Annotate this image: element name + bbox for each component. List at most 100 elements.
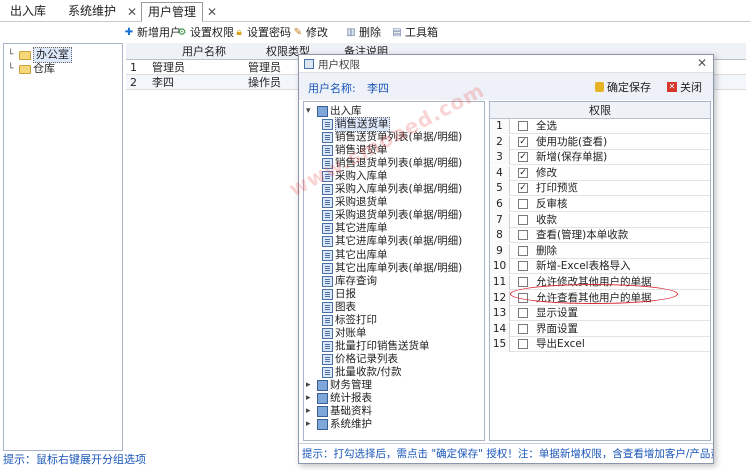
- modify-button[interactable]: ✎ 修改: [292, 25, 328, 41]
- menu-item[interactable]: 采购退货单: [322, 196, 388, 209]
- menu-item[interactable]: 销售退货单列表(单据/明细): [322, 157, 462, 170]
- user-name-cell: 李四: [152, 76, 174, 89]
- collapse-icon[interactable]: ▾: [306, 105, 315, 118]
- module-icon: [317, 393, 328, 405]
- row-number: 1: [130, 61, 137, 74]
- document-icon: [322, 249, 333, 261]
- checkbox-checked[interactable]: ✓: [518, 167, 528, 178]
- expand-icon[interactable]: ▸: [306, 392, 315, 405]
- permission-row[interactable]: 3 ✓ 新增(保存单据): [490, 150, 710, 166]
- tree-item-warehouse[interactable]: └ 仓库: [8, 62, 55, 76]
- checkbox[interactable]: [518, 261, 528, 272]
- menu-item[interactable]: 销售送货单: [322, 117, 390, 132]
- menu-item[interactable]: 日报: [322, 288, 356, 301]
- tab-system-maintenance[interactable]: 系统维护: [62, 2, 122, 22]
- module-icon: [317, 380, 328, 391]
- close-icon[interactable]: ✕: [697, 56, 707, 70]
- set-permission-button[interactable]: ⚙ 设置权限: [176, 25, 234, 41]
- permission-label: 打印预览: [536, 182, 578, 195]
- checkbox-checked[interactable]: ✓: [518, 136, 528, 147]
- checkbox[interactable]: [518, 121, 528, 131]
- menu-item[interactable]: 采购入库单: [322, 170, 388, 183]
- menu-item[interactable]: 库存查询: [322, 275, 377, 288]
- menu-item[interactable]: 标签打印: [322, 314, 377, 327]
- permission-label: 界面设置: [536, 322, 578, 335]
- permission-row[interactable]: 4 ✓ 修改: [490, 165, 710, 181]
- menu-item[interactable]: 其它出库单列表(单据/明细): [322, 262, 462, 275]
- menu-item[interactable]: 销售送货单列表(单据/明细): [322, 131, 462, 144]
- dialog-status-text: 提示：打勾选择后，需点击 "确定保存" 授权！注：单据新增权限，含查看增加客户/…: [299, 443, 713, 463]
- menu-item[interactable]: 对账单: [322, 327, 367, 340]
- checkbox[interactable]: [518, 214, 528, 225]
- expand-icon[interactable]: ▸: [306, 379, 315, 392]
- document-icon: [322, 327, 333, 339]
- checkbox[interactable]: [518, 245, 528, 256]
- menu-item[interactable]: 采购退货单列表(单据/明细): [322, 209, 462, 222]
- menu-item[interactable]: 采购入库单列表(单据/明细): [322, 183, 462, 196]
- menu-item[interactable]: 批量打印销售送货单: [322, 340, 430, 353]
- toolbox-button[interactable]: ▤ 工具箱: [391, 25, 438, 41]
- tree-item-office[interactable]: └ 办公室: [8, 47, 72, 63]
- permission-row[interactable]: 13 显示设置: [490, 306, 710, 322]
- menu-group[interactable]: ▸ 基础资料: [306, 405, 372, 418]
- checkbox[interactable]: [518, 323, 528, 334]
- menu-item[interactable]: 其它出库单: [322, 249, 388, 262]
- menu-item[interactable]: 价格记录列表: [322, 353, 398, 366]
- permission-label: 删除: [536, 244, 557, 257]
- tree-line-icon: └: [8, 64, 14, 74]
- permission-row[interactable]: 8 查看(管理)本单收款: [490, 228, 710, 244]
- menu-item[interactable]: 图表: [322, 301, 356, 314]
- checkbox[interactable]: [518, 199, 528, 209]
- row-number: 8: [490, 228, 510, 244]
- user-name-label: 用户名称:: [308, 82, 356, 95]
- tab-user-management[interactable]: 用户管理: [141, 2, 204, 22]
- checkbox[interactable]: [518, 339, 528, 350]
- checkbox[interactable]: [518, 230, 528, 241]
- menu-item[interactable]: 批量收款/付款: [322, 366, 402, 379]
- document-icon: [322, 158, 333, 170]
- close-button[interactable]: ✕ 关闭: [667, 79, 702, 95]
- checkbox-checked[interactable]: ✓: [518, 152, 528, 163]
- permission-row[interactable]: 14 界面设置: [490, 321, 710, 337]
- menu-group[interactable]: ▸ 财务管理: [306, 379, 372, 392]
- permission-row[interactable]: 1 全选: [490, 119, 710, 134]
- permission-row[interactable]: 10 新增-Excel表格导入: [490, 259, 710, 275]
- checkbox-checked[interactable]: ✓: [518, 183, 528, 194]
- menu-group[interactable]: ▸ 系统维护: [306, 418, 372, 431]
- plus-icon: ✚: [124, 27, 134, 38]
- folder-icon: [19, 50, 31, 60]
- column-header[interactable]: 用户名称: [182, 43, 226, 60]
- module-icon: [317, 419, 328, 431]
- menu-group[interactable]: ▸ 统计报表: [306, 392, 372, 405]
- permission-row[interactable]: 9 删除: [490, 243, 710, 259]
- checkbox[interactable]: [518, 277, 528, 287]
- add-user-button[interactable]: ✚ 新增用户: [123, 25, 181, 41]
- document-icon: [322, 184, 333, 196]
- permission-row[interactable]: 7 收款: [490, 212, 710, 228]
- menu-item[interactable]: 其它进库单列表(单据/明细): [322, 235, 462, 248]
- expand-icon[interactable]: ▸: [306, 418, 315, 431]
- document-icon: [322, 197, 333, 209]
- menu-item[interactable]: 其它进库单: [322, 222, 388, 235]
- tab-in-out-stock[interactable]: 出入库: [4, 2, 52, 22]
- set-password-button[interactable]: 🔒︎ 设置密码: [233, 25, 291, 41]
- row-number: 11: [490, 275, 510, 290]
- menu-item[interactable]: 销售退货单: [322, 144, 388, 157]
- module-icon: [317, 406, 328, 418]
- gear-icon: ⚙: [177, 27, 187, 38]
- permission-row[interactable]: 5 ✓ 打印预览: [490, 181, 710, 197]
- permission-header: 权限: [490, 102, 710, 119]
- document-icon: [322, 262, 333, 274]
- close-icon[interactable]: ✕: [127, 5, 137, 19]
- user-name-value: 李四: [367, 82, 389, 95]
- save-button[interactable]: 确定保存: [595, 79, 651, 95]
- delete-button[interactable]: ▥ 删除: [345, 25, 381, 41]
- checkbox[interactable]: [518, 308, 528, 319]
- permission-row[interactable]: 6 反审核: [490, 197, 710, 212]
- close-icon[interactable]: ✕: [207, 5, 217, 19]
- permission-row[interactable]: 15 导出Excel: [490, 337, 710, 353]
- expand-icon[interactable]: ▸: [306, 405, 315, 418]
- permission-label: 新增-Excel表格导入: [536, 260, 631, 273]
- permission-row[interactable]: 2 ✓ 使用功能(查看): [490, 134, 710, 150]
- toolbox-icon: ▤: [392, 27, 402, 38]
